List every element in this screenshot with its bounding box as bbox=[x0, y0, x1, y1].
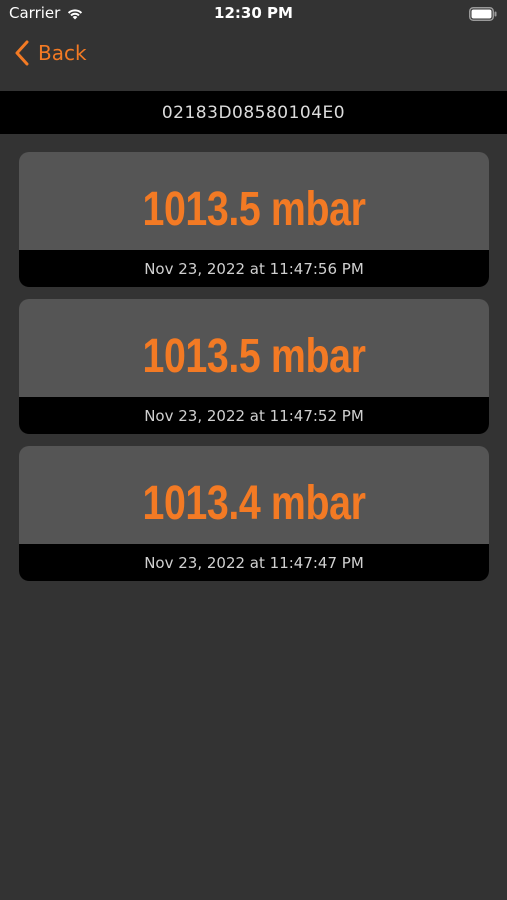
navigation-bar: Back bbox=[0, 30, 507, 90]
reading-timestamp: Nov 23, 2022 at 11:47:52 PM bbox=[19, 397, 489, 434]
reading-value: 1013.4 mbar bbox=[142, 477, 366, 530]
reading-value: 1013.5 mbar bbox=[142, 183, 366, 236]
reading-card[interactable]: 1013.4 mbar Nov 23, 2022 at 11:47:47 PM bbox=[19, 446, 489, 581]
battery-icon bbox=[469, 7, 497, 21]
device-id-header: 02183D08580104E0 bbox=[0, 91, 507, 134]
status-time: 12:30 PM bbox=[214, 4, 293, 22]
back-button[interactable]: Back bbox=[14, 38, 87, 68]
reading-timestamp: Nov 23, 2022 at 11:47:56 PM bbox=[19, 250, 489, 287]
chevron-left-icon bbox=[15, 40, 29, 66]
reading-value: 1013.5 mbar bbox=[142, 330, 366, 383]
status-bar: Carrier 12:30 PM bbox=[0, 0, 507, 28]
reading-card[interactable]: 1013.5 mbar Nov 23, 2022 at 11:47:56 PM bbox=[19, 152, 489, 287]
back-label: Back bbox=[38, 41, 87, 65]
readings-list: 1013.5 mbar Nov 23, 2022 at 11:47:56 PM … bbox=[19, 152, 489, 593]
reading-timestamp: Nov 23, 2022 at 11:47:47 PM bbox=[19, 544, 489, 581]
reading-card[interactable]: 1013.5 mbar Nov 23, 2022 at 11:47:52 PM bbox=[19, 299, 489, 434]
device-id: 02183D08580104E0 bbox=[161, 102, 346, 123]
